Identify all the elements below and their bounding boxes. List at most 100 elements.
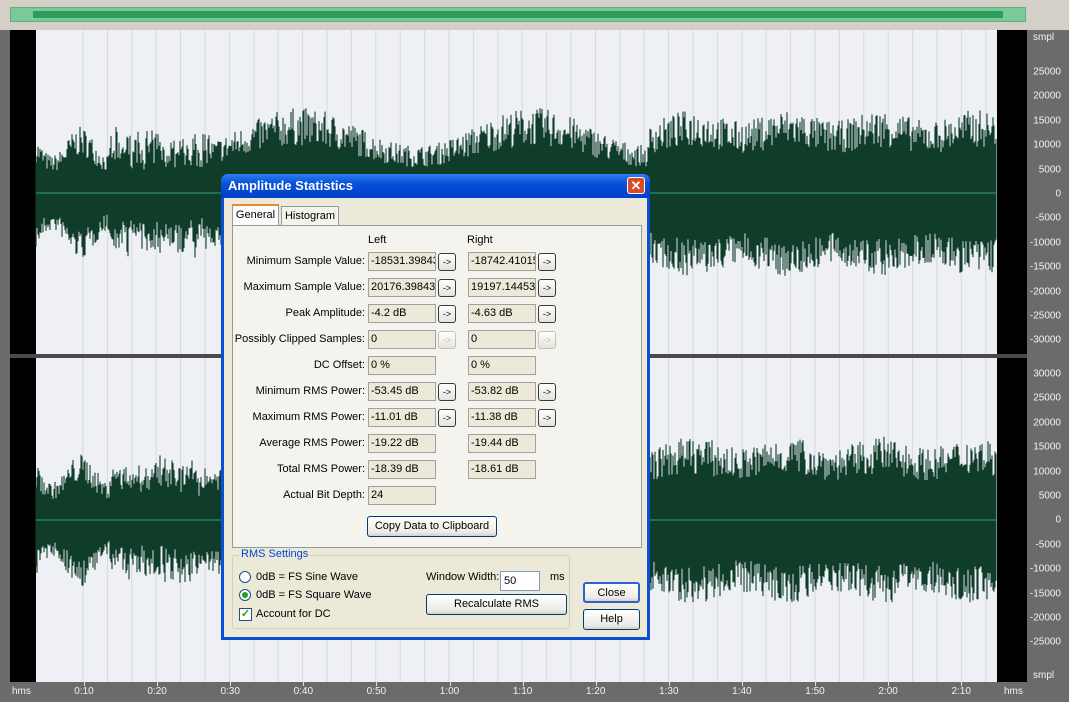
scale-tick-label: -15000: [1029, 261, 1061, 273]
scale-tick-label: -30000: [1029, 334, 1061, 346]
timeline-tick-label: 0:20: [147, 686, 167, 697]
scale-tick-label: -10000: [1029, 237, 1061, 249]
timeline-tick-label: 1:10: [512, 686, 533, 697]
stat-value-right: -18.61 dB: [468, 460, 536, 479]
goto-arrow-button[interactable]: ->: [438, 279, 456, 297]
scale-tick-label: 20000: [1033, 90, 1061, 102]
stat-value-right: -53.82 dB: [468, 382, 536, 401]
account-dc-label[interactable]: Account for DC: [256, 608, 331, 620]
close-icon[interactable]: ✕: [627, 177, 645, 194]
recalculate-rms-button[interactable]: Recalculate RMS: [426, 594, 567, 615]
goto-arrow-button[interactable]: ->: [538, 409, 556, 427]
timeline-tick-mark: [595, 682, 597, 686]
stat-value-left: -18.39 dB: [368, 460, 436, 479]
scale-tick-label: -20000: [1029, 612, 1061, 624]
stat-label: DC Offset:: [313, 359, 365, 371]
scale-tick-label: -5000: [1035, 212, 1061, 224]
goto-arrow-button[interactable]: ->: [438, 253, 456, 271]
stat-value-left: -11.01 dB: [368, 408, 436, 427]
overview-bar: [0, 0, 1069, 30]
timeline-tick-label: 1:40: [732, 686, 752, 697]
goto-arrow-button[interactable]: ->: [438, 383, 456, 401]
timeline-tick-mark: [888, 682, 890, 686]
stat-label: Actual Bit Depth:: [283, 489, 365, 501]
square-wave-radio[interactable]: [239, 589, 251, 601]
goto-arrow-button[interactable]: ->: [538, 279, 556, 297]
rms-settings-legend: RMS Settings: [239, 548, 311, 560]
overview-selection[interactable]: [33, 11, 1003, 18]
overview-range[interactable]: [10, 7, 1026, 22]
stat-value-left: -53.45 dB: [368, 382, 436, 401]
timeline-tick-mark: [815, 682, 816, 686]
stat-label: Total RMS Power:: [276, 463, 365, 475]
stat-label: Average RMS Power:: [259, 437, 365, 449]
stat-value-right: -19.44 dB: [468, 434, 536, 453]
timeline-tick-label: 0:10: [74, 686, 94, 697]
timeline-tick-mark: [741, 682, 743, 686]
stat-label: Maximum RMS Power:: [252, 411, 365, 423]
goto-arrow-button[interactable]: ->: [538, 253, 556, 271]
timeline-unit-left: hms: [12, 686, 31, 697]
timeline-tick-label: 0:40: [293, 686, 314, 697]
dialog-titlebar[interactable]: Amplitude Statistics ✕: [221, 174, 650, 198]
account-dc-checkbox[interactable]: ✓: [239, 608, 252, 621]
dialog-body: General Histogram Left Right Minimum Sam…: [224, 198, 647, 637]
scale-tick-label: -10000: [1029, 563, 1061, 575]
stat-value-left: 20176.39843: [368, 278, 436, 297]
column-header-right: Right: [467, 234, 493, 246]
general-panel: Left Right Minimum Sample Value: -18531.3…: [232, 225, 642, 548]
timeline-tick-label: 2:00: [878, 686, 898, 697]
vertical-scale: smpl smpl 25000 20000 15000 10000 5000 0 -5000…: [1027, 30, 1069, 682]
stat-value-right: 0: [468, 330, 536, 349]
scale-tick-label: 5000: [1038, 164, 1061, 176]
goto-arrow-button[interactable]: ->: [438, 409, 456, 427]
stat-label: Possibly Clipped Samples:: [234, 333, 365, 345]
stat-value-right: -11.38 dB: [468, 408, 536, 427]
stat-value-left: 0: [368, 330, 436, 349]
timeline-tick-mark: [522, 682, 524, 686]
timeline-tick-label: 0:30: [220, 686, 240, 697]
scale-tick-label: 10000: [1033, 139, 1061, 151]
timeline-tick-label: 2:10: [951, 686, 971, 697]
scale-tick-label: 20000: [1033, 417, 1061, 429]
sine-wave-label[interactable]: 0dB = FS Sine Wave: [256, 571, 358, 583]
stat-value-left: -18531.39843: [368, 252, 436, 271]
timeline-tick-mark: [449, 682, 451, 686]
window-width-input[interactable]: 50: [500, 571, 540, 591]
goto-arrow-button[interactable]: ->: [538, 305, 556, 323]
stat-value-right: 0 %: [468, 356, 536, 375]
scale-tick-label: -25000: [1029, 636, 1061, 648]
goto-arrow-button[interactable]: ->: [538, 383, 556, 401]
sine-wave-radio[interactable]: [239, 571, 251, 583]
close-button[interactable]: Close: [583, 582, 640, 603]
stat-label: Minimum RMS Power:: [255, 385, 365, 397]
goto-arrow-button[interactable]: ->: [438, 305, 456, 323]
tab-general[interactable]: General: [232, 204, 279, 226]
timeline-tick-label: 1:00: [439, 686, 460, 697]
goto-arrow-button: ->: [538, 331, 556, 349]
timeline-tick-mark: [230, 682, 232, 686]
scale-tick-label: 5000: [1038, 490, 1061, 502]
stat-value-left: -19.22 dB: [368, 434, 436, 453]
help-button[interactable]: Help: [583, 609, 640, 630]
window-width-unit: ms: [550, 571, 565, 583]
scale-tick-label: 15000: [1033, 115, 1061, 127]
copy-to-clipboard-button[interactable]: Copy Data to Clipboard: [367, 516, 497, 537]
timeline-unit-right: hms: [1004, 686, 1023, 697]
goto-arrow-button: ->: [438, 331, 456, 349]
timeline-tick-label: 1:50: [805, 686, 825, 697]
timeline-ruler[interactable]: hms hms 0:10 0:20 0:30 0:40 0:50 1:00 1:10 1:20…: [0, 682, 1069, 702]
tab-histogram[interactable]: Histogram: [281, 206, 339, 225]
scale-unit-bottom: smpl: [1033, 670, 1055, 681]
timeline-tick-mark: [84, 682, 85, 686]
timeline-tick-label: 1:20: [585, 686, 606, 697]
stat-value-right: 19197.14453: [468, 278, 536, 297]
timeline-tick-mark: [961, 682, 963, 686]
stat-value-left: 0 %: [368, 356, 436, 375]
dialog-title: Amplitude Statistics: [228, 178, 353, 193]
timeline-tick-mark: [303, 682, 305, 686]
scale-tick-label: 0: [1055, 514, 1061, 526]
scale-unit-top: smpl: [1033, 32, 1055, 43]
square-wave-label[interactable]: 0dB = FS Square Wave: [256, 589, 371, 601]
window-width-label: Window Width:: [426, 571, 500, 583]
